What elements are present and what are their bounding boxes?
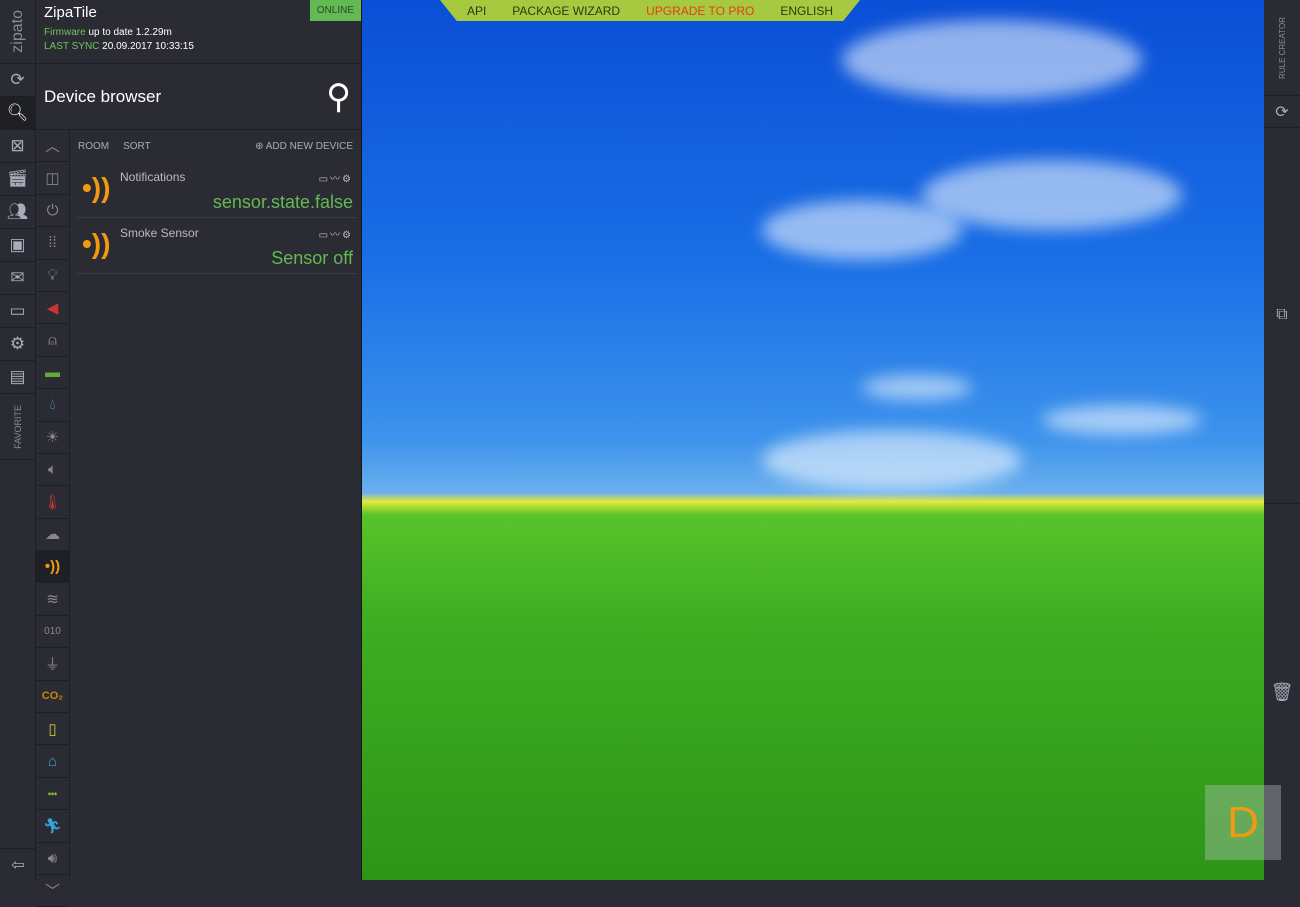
firmware-value: up to date 1.2.29m (88, 27, 172, 38)
device-name: Notifications (120, 170, 186, 184)
power-icon[interactable]: ⏻ (36, 195, 69, 228)
zipato-logo: zipato (0, 0, 35, 64)
room-filter[interactable]: ROOM (78, 141, 109, 152)
list-item[interactable]: •)) Notifications ▭〰⚙ sensor.state.false (76, 162, 357, 218)
running-person-icon[interactable]: 🏃︎ (36, 810, 69, 843)
right-rail: RULE CREATOR ⟳ ⧉ 🗑︎ (1264, 0, 1300, 880)
alarm-light-icon[interactable]: ⍝ (36, 324, 69, 357)
menu-package-wizard[interactable]: PACKAGE WIZARD (512, 4, 620, 18)
menu-upgrade-to-pro[interactable]: UPGRADE TO PRO (646, 4, 754, 18)
clapperboard-icon[interactable]: 🎬︎ (0, 163, 35, 196)
co2-icon[interactable]: CO₂ (36, 681, 69, 714)
list-item[interactable]: •)) Smoke Sensor ▭〰⚙ Sensor off (76, 218, 357, 274)
add-new-device-button[interactable]: ⊕ ADD NEW DEVICE (255, 141, 353, 152)
wallet-icon[interactable]: ▭ (0, 295, 35, 328)
siren-icon[interactable]: ◀ (36, 292, 69, 325)
sync-label: LAST SYNC (44, 41, 100, 52)
plug-icon[interactable]: ⏚ (36, 648, 69, 681)
device-value: sensor.state.false (212, 192, 353, 212)
menu-api[interactable]: API (467, 4, 486, 18)
controller-header: ZipaTile Firmware up to date 1.2.29m LAS… (36, 0, 361, 64)
chart-icon[interactable]: 〰 (330, 230, 342, 241)
water-drop-icon[interactable]: 💧︎ (36, 389, 69, 422)
camera-icon[interactable]: ▬ (36, 357, 69, 390)
exit-icon[interactable]: ⇦ (0, 848, 36, 880)
siren-sound-icon[interactable]: 🔊︎ (36, 843, 69, 875)
chevron-up-icon[interactable]: ︿ (36, 130, 69, 163)
controller-name: ZipaTile (44, 4, 97, 21)
page-title: Device browser (44, 86, 162, 106)
device-panel: ZipaTile Firmware up to date 1.2.29m LAS… (36, 0, 362, 907)
rule-creator-tab[interactable]: RULE CREATOR (1264, 0, 1300, 96)
sort-button[interactable]: SORT (123, 141, 151, 152)
scenes-icon[interactable]: ⊠ (0, 130, 35, 163)
thermometer-icon[interactable]: 🌡︎ (36, 486, 69, 519)
battery-icon: ▭ (318, 174, 331, 185)
notification-icon[interactable]: •)) (36, 551, 69, 584)
plus-icon: ⊕ (255, 140, 264, 152)
gear-icon[interactable]: ⚙ (0, 328, 35, 361)
gear-icon[interactable]: ⚙ (342, 174, 353, 185)
device-list: ROOM SORT ⊕ ADD NEW DEVICE •)) Notificat… (70, 130, 361, 274)
search-icon[interactable]: 🔍︎ (0, 97, 35, 130)
refresh-icon[interactable]: ⟳ (1264, 96, 1300, 128)
battery-icon: ▭ (318, 230, 331, 241)
search-icon[interactable]: ⚲ (326, 77, 351, 117)
users-icon[interactable]: 👥︎ (0, 196, 35, 229)
weather-icon[interactable]: ☁ (36, 519, 69, 552)
gear-icon[interactable]: ⚙ (342, 230, 353, 241)
envelope-icon[interactable]: ✉ (0, 262, 35, 295)
main-rail: zipato ⟳ 🔍︎ ⊠ 🎬︎ 👥︎ ▣ ✉ ▭ ⚙ ▤ FAVORITE ⇦ (0, 0, 36, 880)
device-name: Smoke Sensor (120, 226, 199, 240)
divider (1264, 503, 1300, 504)
rf-icon[interactable]: ≋ (36, 583, 69, 616)
d-badge[interactable]: D (1205, 785, 1281, 860)
dimmer-icon[interactable]: ⁞⁞ (36, 227, 69, 260)
status-badge: ONLINE (309, 0, 361, 21)
notification-icon: •)) (82, 172, 111, 203)
binary-sensor-icon[interactable]: 010 (36, 616, 69, 649)
bulb-icon[interactable]: 💡︎ (36, 260, 69, 292)
sync-value: 20.09.2017 10:33:15 (102, 41, 194, 52)
speaker-icon[interactable]: 🔈︎ (36, 454, 69, 487)
switch-icon[interactable]: ◫ (36, 162, 69, 195)
door-icon[interactable]: ▯ (36, 713, 69, 746)
menu-language[interactable]: ENGLISH (780, 4, 833, 18)
favorite-tab[interactable]: FAVORITE (0, 394, 35, 460)
contact-icon[interactable]: ▣ (0, 229, 35, 262)
irrigation-icon[interactable]: ┅ (36, 778, 69, 811)
external-link-icon[interactable]: ⧉ (1264, 306, 1300, 324)
garage-icon[interactable]: ⌂ (36, 745, 69, 778)
clipboard-icon[interactable]: ▤ (0, 361, 35, 394)
chart-icon[interactable]: 〰 (330, 174, 342, 185)
trash-icon[interactable]: 🗑︎ (1264, 682, 1300, 703)
motion-sensor-icon[interactable]: ☀ (36, 422, 69, 454)
wallpaper (362, 0, 1264, 880)
category-list: ︿ ◫ ⏻ ⁞⁞ 💡︎ ◀ ⍝ ▬ 💧︎ ☀ 🔈︎ 🌡︎ ☁ •)) ≋ 010… (36, 130, 70, 907)
device-value: Sensor off (271, 248, 353, 268)
top-menu: API PACKAGE WIZARD UPGRADE TO PRO ENGLIS… (440, 0, 860, 21)
sync-icon[interactable]: ⟳ (0, 64, 35, 97)
notification-icon: •)) (82, 228, 111, 259)
firmware-label: Firmware (44, 27, 86, 38)
